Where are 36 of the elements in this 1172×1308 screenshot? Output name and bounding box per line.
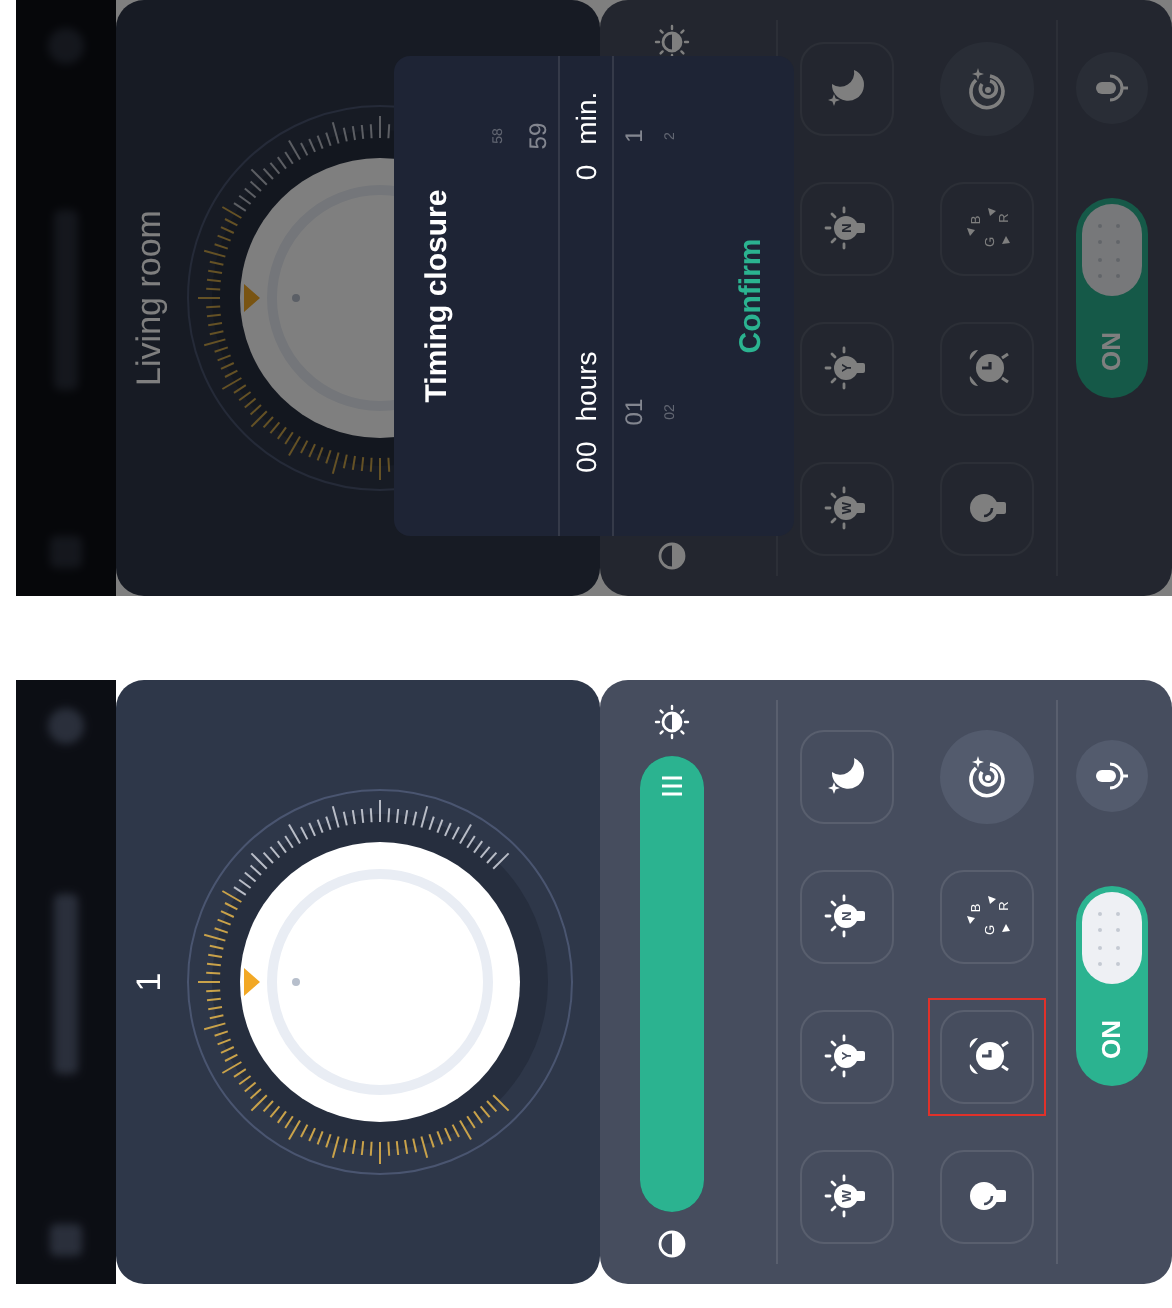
microphone-button[interactable] <box>1076 741 1148 813</box>
blurred-icon <box>48 708 84 744</box>
moon-button[interactable] <box>800 730 894 824</box>
picker-value-selected[interactable]: 0 <box>565 164 607 181</box>
confirm-button[interactable]: Confirm <box>729 222 775 370</box>
power-toggle[interactable]: ON <box>1076 887 1148 1087</box>
brightness-low-icon <box>656 540 688 572</box>
dialog-title: Timing closure <box>417 187 456 407</box>
room-title: Living room <box>128 210 170 386</box>
lamp-button[interactable] <box>940 1150 1034 1244</box>
moon-button[interactable] <box>800 42 894 136</box>
blurred-icon <box>50 1224 82 1256</box>
picker-value[interactable]: 01 <box>616 398 652 426</box>
brightness-low-icon <box>656 1228 688 1260</box>
picker-value[interactable]: 1 <box>616 129 652 143</box>
toggle-thumb <box>1082 893 1142 985</box>
toggle-thumb <box>1082 205 1142 297</box>
brightness-high-icon <box>654 24 690 60</box>
alarm-button[interactable] <box>940 322 1034 416</box>
brightness-slider[interactable] <box>640 756 704 1212</box>
target-button[interactable] <box>940 42 1034 136</box>
picker-value[interactable]: 59 <box>520 122 556 150</box>
room-title: 1 <box>128 972 170 992</box>
target-icon <box>963 65 1011 113</box>
microphone-icon <box>1094 71 1130 107</box>
picker-unit: hours <box>567 351 603 422</box>
microphone-icon <box>1094 759 1130 795</box>
alarm-button[interactable] <box>940 1010 1034 1104</box>
target-icon <box>963 753 1011 801</box>
picker-unit: min. <box>567 91 603 145</box>
microphone-button[interactable] <box>1076 53 1148 125</box>
picker-value-selected[interactable]: 00 <box>565 441 607 473</box>
target-button[interactable] <box>940 730 1034 824</box>
slider-handle-icon <box>658 772 686 800</box>
brightness-high-icon <box>654 704 690 740</box>
lamp-button[interactable] <box>940 462 1034 556</box>
